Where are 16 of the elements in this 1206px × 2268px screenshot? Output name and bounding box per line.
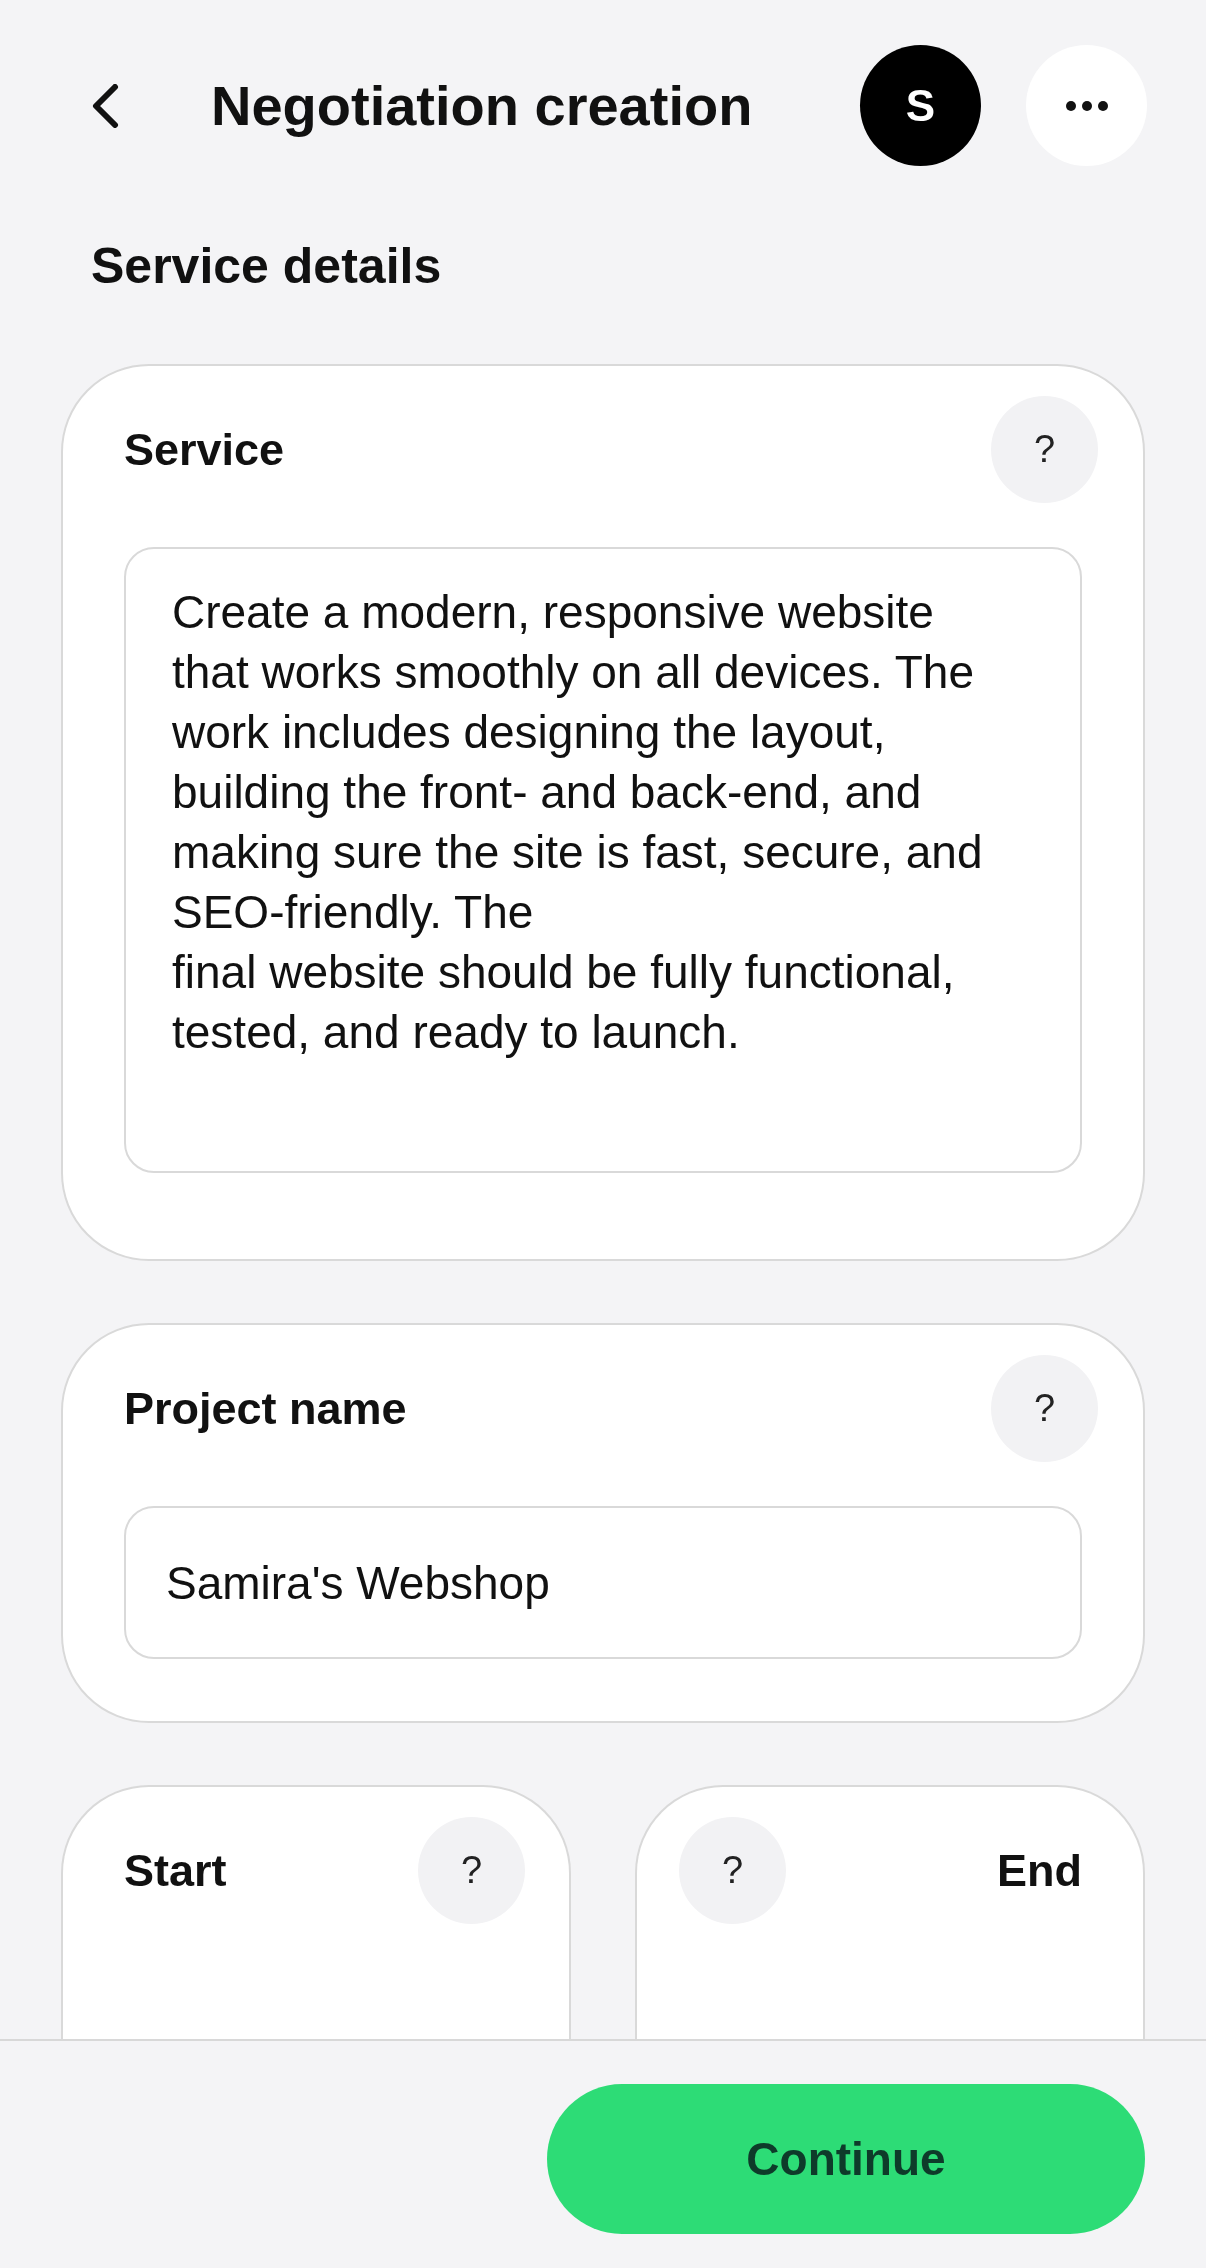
field-label: Start: [124, 1843, 227, 1898]
back-icon[interactable]: [91, 83, 119, 128]
service-textarea[interactable]: Create a modern, responsive website that works smoothly on all devices. The work includes designing the layout, building the front- and back-end, and making sure the site is fast, secure, and SEO-friendly. The final website should be fully functional, tested, and ready to launch.: [124, 547, 1082, 1173]
help-button[interactable]: ?: [991, 1355, 1098, 1462]
more-icon: [1065, 100, 1108, 111]
page-title: Negotiation creation: [211, 72, 753, 139]
help-button[interactable]: ?: [991, 396, 1098, 503]
field-label: Service: [124, 422, 285, 477]
help-button[interactable]: ?: [418, 1817, 525, 1924]
help-button[interactable]: ?: [679, 1817, 786, 1924]
avatar[interactable]: S: [860, 45, 981, 166]
project-name-input[interactable]: Samira's Webshop: [124, 1506, 1082, 1659]
continue-button[interactable]: Continue: [547, 2084, 1145, 2234]
field-label: End: [997, 1843, 1082, 1898]
section-title: Service details: [91, 237, 442, 296]
field-label: Project name: [124, 1381, 407, 1436]
